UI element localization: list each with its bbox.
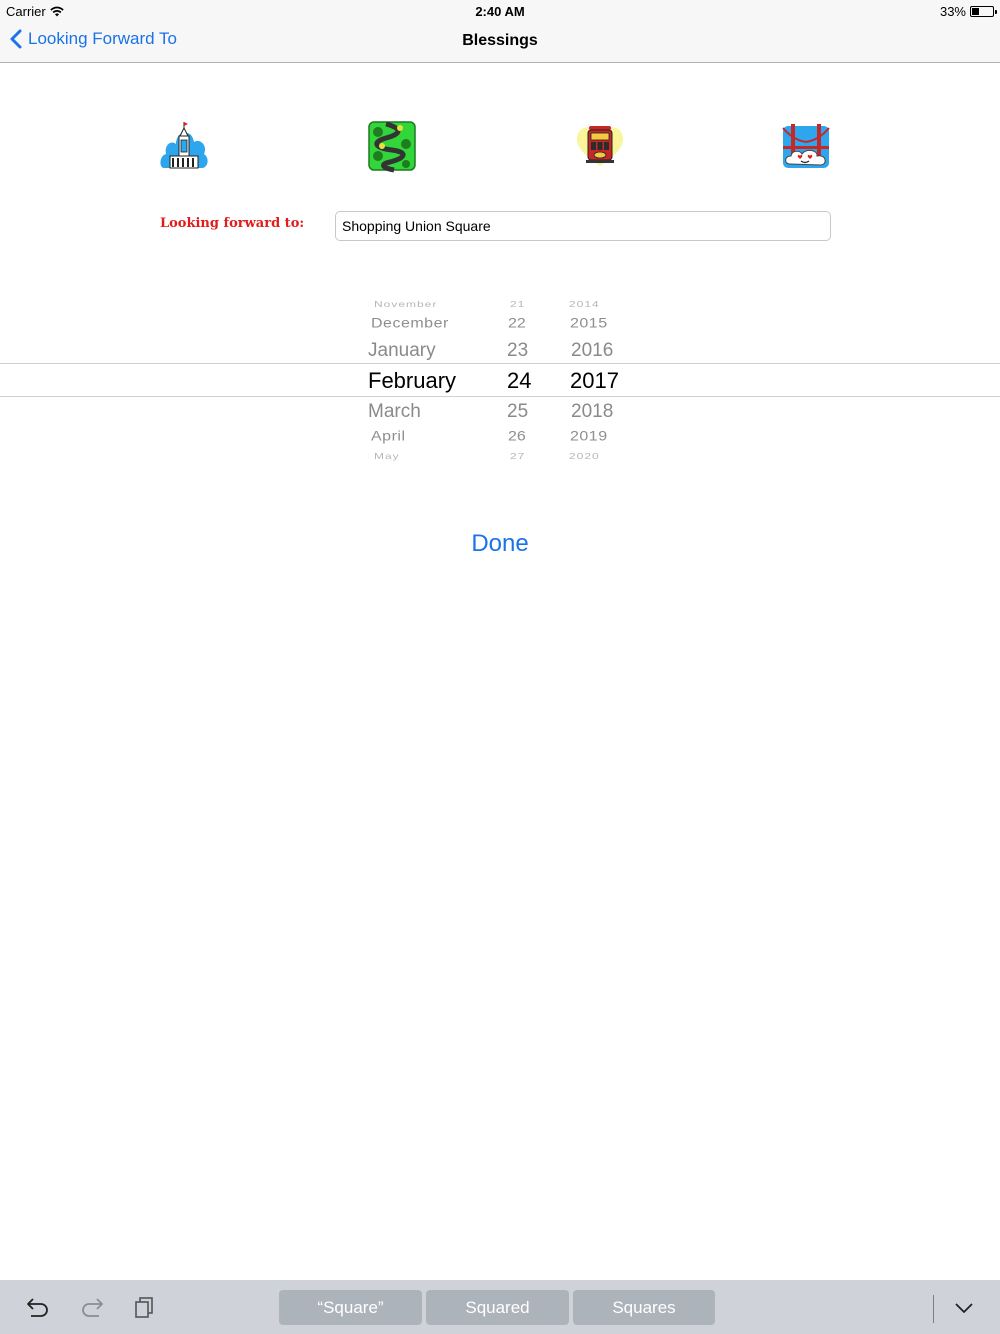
- redo-icon[interactable]: [80, 1296, 104, 1318]
- category-icon-row: [0, 118, 1000, 174]
- picker-month-item[interactable]: November: [374, 300, 437, 308]
- status-bar: Carrier 2:40 AM 33%: [0, 0, 1000, 22]
- picker-month-item[interactable]: May: [374, 452, 400, 460]
- paste-icon[interactable]: [134, 1296, 154, 1318]
- suggestion-quoted[interactable]: “Square”: [279, 1290, 422, 1325]
- day-column[interactable]: 21 22 23 24 25 26 27: [500, 290, 540, 466]
- picker-year-item[interactable]: 2019: [570, 430, 608, 444]
- picker-year-item[interactable]: 2018: [571, 402, 613, 421]
- shortcut-bar-divider: [933, 1295, 934, 1323]
- keyboard-shortcut-bar: “Square” Squared Squares: [0, 1280, 1000, 1334]
- navigation-bar: Looking Forward To Blessings: [0, 22, 1000, 63]
- suggestion-squared[interactable]: Squared: [426, 1290, 569, 1325]
- picker-month-item[interactable]: January: [368, 341, 436, 360]
- picker-year-item[interactable]: 2014: [569, 300, 600, 308]
- battery-fill: [972, 8, 979, 15]
- picker-day-item-selected[interactable]: 24: [507, 370, 531, 392]
- month-column[interactable]: November December January February March…: [360, 290, 480, 466]
- suggestion-squares[interactable]: Squares: [573, 1290, 715, 1325]
- picker-year-item[interactable]: 2015: [570, 317, 608, 331]
- status-time: 2:40 AM: [475, 4, 525, 19]
- picker-month-item[interactable]: April: [371, 430, 406, 444]
- picker-day-item[interactable]: 27: [510, 452, 525, 460]
- picker-day-item[interactable]: 26: [508, 430, 526, 444]
- cable-car-icon[interactable]: [574, 118, 626, 174]
- picker-month-item[interactable]: December: [371, 317, 449, 331]
- picker-year-item[interactable]: 2016: [571, 341, 613, 360]
- picker-day-item[interactable]: 23: [507, 341, 528, 360]
- dismiss-keyboard-icon[interactable]: [954, 1302, 974, 1314]
- golden-gate-bridge-icon[interactable]: [780, 118, 832, 174]
- picker-month-item[interactable]: March: [368, 402, 421, 421]
- year-column[interactable]: 2014 2015 2016 2017 2018 2019 2020: [560, 290, 640, 466]
- undo-icon[interactable]: [26, 1296, 50, 1318]
- picker-day-item[interactable]: 25: [507, 402, 528, 421]
- picker-year-item-selected[interactable]: 2017: [570, 370, 619, 392]
- city-hall-icon[interactable]: [158, 118, 210, 174]
- picker-day-item[interactable]: 21: [510, 300, 525, 308]
- lombard-street-icon[interactable]: [366, 118, 418, 174]
- date-picker[interactable]: November December January February March…: [0, 290, 1000, 466]
- battery-percent: 33%: [939, 4, 966, 19]
- looking-forward-label: Looking forward to:: [160, 216, 305, 231]
- picker-day-item[interactable]: 22: [508, 317, 526, 331]
- looking-forward-input[interactable]: [335, 211, 831, 241]
- page-title: Blessings: [462, 32, 538, 49]
- battery-icon: [970, 6, 997, 17]
- status-right: 33%: [939, 4, 997, 19]
- picker-month-item-selected[interactable]: February: [368, 370, 456, 392]
- picker-year-item[interactable]: 2020: [569, 452, 600, 460]
- done-button[interactable]: Done: [0, 530, 1000, 558]
